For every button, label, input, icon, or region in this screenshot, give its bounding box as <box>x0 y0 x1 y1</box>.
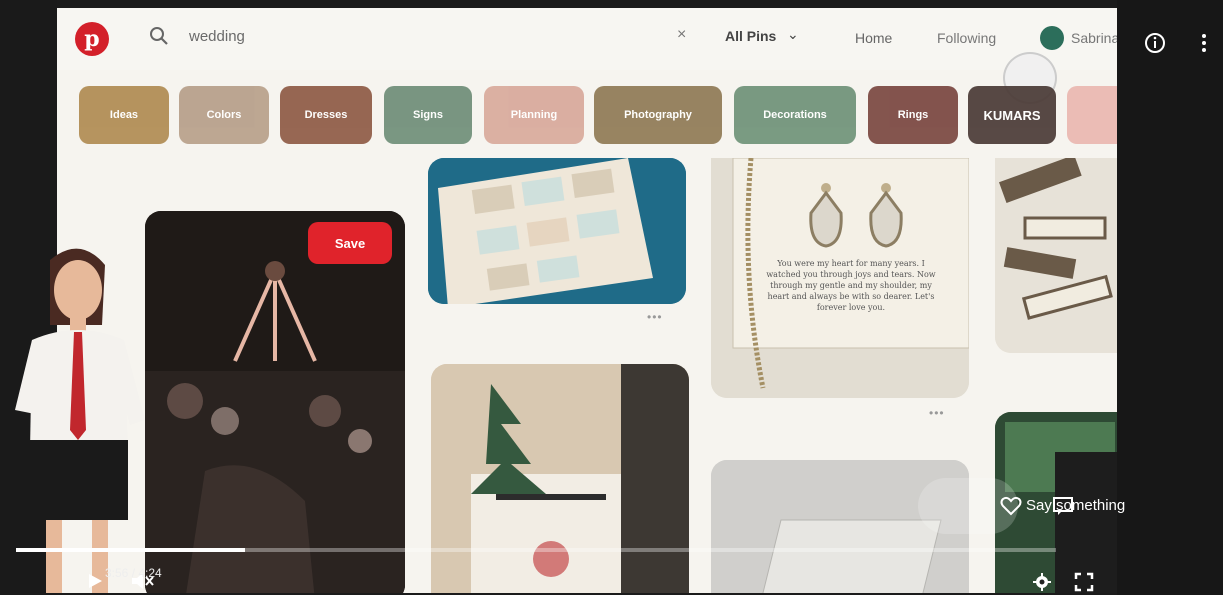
pin-chocolates[interactable] <box>995 158 1117 353</box>
place-cards-image <box>428 158 686 304</box>
more-icon[interactable] <box>1198 32 1210 54</box>
video-image <box>145 211 405 593</box>
video-progress-fill <box>16 548 245 552</box>
video-time: 3:56 / 4:24 <box>105 566 162 580</box>
search-icon <box>150 27 168 45</box>
chip-dresses[interactable]: Dresses <box>280 86 372 144</box>
clear-search-icon[interactable]: × <box>677 26 686 44</box>
pin-place-cards[interactable] <box>428 158 686 304</box>
nav-user-name[interactable]: Sabrina <box>1071 30 1117 46</box>
nav-home-link[interactable]: Home <box>855 30 892 46</box>
fullscreen-icon[interactable] <box>1074 572 1094 592</box>
right-letterbox <box>1117 0 1223 595</box>
say-something-input[interactable]: Say something <box>1026 497 1125 514</box>
pin-more-icon-2[interactable]: ••• <box>929 406 945 420</box>
video-progress-bar[interactable] <box>16 548 1056 552</box>
filter-dropdown[interactable]: All Pins <box>725 28 776 44</box>
wedding-sign-image <box>431 364 689 593</box>
settings-icon[interactable] <box>1032 572 1052 592</box>
chip-photography[interactable]: Photography <box>594 86 722 144</box>
heart-icon[interactable] <box>1000 496 1022 516</box>
chocolates-image <box>995 158 1117 353</box>
chip-signs[interactable]: Signs <box>384 86 472 144</box>
search-input[interactable]: wedding <box>189 28 245 45</box>
chip-kumars[interactable]: KUMARS <box>968 86 1056 144</box>
pinterest-logo[interactable]: p <box>75 22 109 56</box>
save-button[interactable]: Save <box>308 222 392 264</box>
top-nav: p wedding × All Pins ⌄ Home Following Sa… <box>57 8 1117 70</box>
pin-video[interactable] <box>145 211 405 593</box>
play-icon[interactable] <box>86 572 104 590</box>
info-icon[interactable] <box>1144 32 1166 54</box>
chip-colors[interactable]: Colors <box>179 86 269 144</box>
chip-more[interactable] <box>1067 86 1117 144</box>
chevron-down-icon[interactable]: ⌄ <box>787 26 799 43</box>
nav-following-link[interactable]: Following <box>937 30 996 46</box>
pin-jewelry[interactable]: You were my heart for many years. I watc… <box>711 158 969 398</box>
chip-rings[interactable]: Rings <box>868 86 958 144</box>
chip-ideas[interactable]: Ideas <box>79 86 169 144</box>
pin-more-icon[interactable]: ••• <box>647 310 663 324</box>
avatar[interactable] <box>1040 26 1064 50</box>
pin-wedding-sign[interactable] <box>431 364 689 593</box>
presenter-avatar <box>15 248 145 593</box>
chip-planning[interactable]: Planning <box>484 86 584 144</box>
chip-decorations[interactable]: Decorations <box>734 86 856 144</box>
jewelry-caption: You were my heart for many years. I watc… <box>766 259 936 312</box>
